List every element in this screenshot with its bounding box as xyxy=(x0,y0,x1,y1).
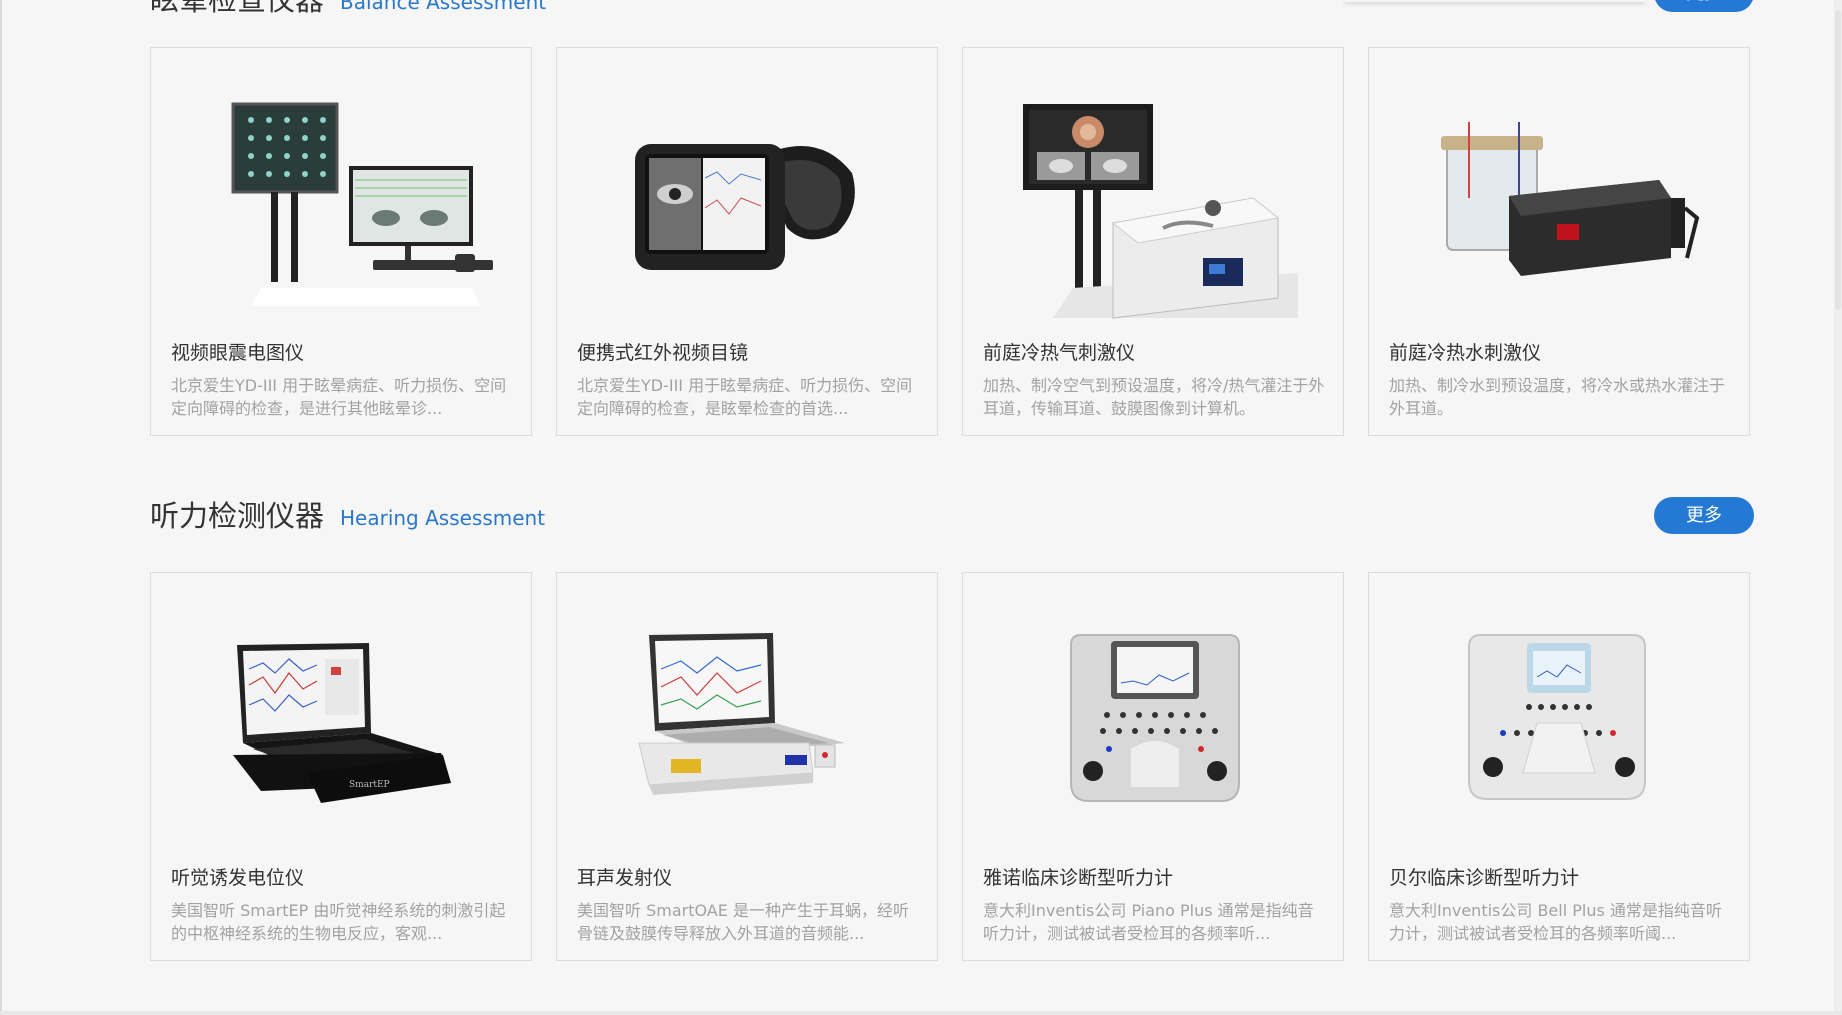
smartoae-laptop-image xyxy=(557,573,937,853)
product-name: 前庭冷热水刺激仪 xyxy=(1389,342,1542,364)
bell-audiometer-image xyxy=(1369,573,1749,853)
product-name: 便携式红外视频目镜 xyxy=(577,342,749,364)
product-name: 前庭冷热气刺激仪 xyxy=(983,342,1136,364)
product-name: 雅诺临床诊断型听力计 xyxy=(983,867,1174,889)
product-card[interactable]: 雅诺临床诊断型听力计 意大利Inventis公司 Piano Plus 通常是指… xyxy=(962,572,1344,961)
product-name: 贝尔临床诊断型听力计 xyxy=(1389,867,1580,889)
vng-system-image xyxy=(151,48,531,328)
section-subtitle: Hearing Assessment xyxy=(340,506,546,530)
page-left-border xyxy=(0,0,2,1015)
scrollbar-thumb[interactable] xyxy=(1835,10,1841,310)
product-card[interactable]: 耳声发射仪 美国智听 SmartOAE 是一种产生于耳蜗，经听骨链及鼓膜传导释放… xyxy=(556,572,938,961)
more-button[interactable]: 更多 xyxy=(1654,0,1754,12)
section-title: 眩晕检查仪器 xyxy=(150,0,325,17)
product-description: 加热、制冷空气到预设温度，将冷/热气灌注于外耳道，传输耳道、鼓膜图像到计算机。 xyxy=(983,376,1325,418)
section-balance-assessment: 眩晕检查仪器 Balance Assessment 更多 xyxy=(150,0,1754,436)
product-card[interactable]: 便携式红外视频目镜 北京爱生YD-III 用于眩晕病症、听力损伤、空间定向障碍的… xyxy=(556,47,938,436)
section-subtitle: Balance Assessment xyxy=(340,0,547,14)
product-card[interactable]: 前庭冷热气刺激仪 加热、制冷空气到预设温度，将冷/热气灌注于外耳道，传输耳道、鼓… xyxy=(962,47,1344,436)
infrared-goggles-image xyxy=(557,48,937,328)
product-description: 意大利Inventis公司 Piano Plus 通常是指纯音听力计，测试被试者… xyxy=(983,901,1314,943)
product-card[interactable]: 视频眼震电图仪 北京爱生YD-III 用于眩晕病症、听力损伤、空间定向障碍的检查… xyxy=(150,47,532,436)
product-description: 意大利Inventis公司 Bell Plus 通常是指纯音听力计，测试被试者受… xyxy=(1389,901,1722,943)
more-button[interactable]: 更多 xyxy=(1654,497,1754,534)
section-header: 听力检测仪器 Hearing Assessment 更多 xyxy=(150,497,1754,537)
product-description: 北京爱生YD-III 用于眩晕病症、听力损伤、空间定向障碍的检查，是进行其他眩晕… xyxy=(171,376,507,418)
piano-audiometer-image xyxy=(963,573,1343,853)
product-card[interactable]: 前庭冷热水刺激仪 加热、制冷水到预设温度，将冷水或热水灌注于外耳道。 xyxy=(1368,47,1750,436)
product-description: 加热、制冷水到预设温度，将冷水或热水灌注于外耳道。 xyxy=(1389,376,1726,418)
product-name: 听觉诱发电位仪 xyxy=(171,867,305,889)
product-description: 美国智听 SmartEP 由听觉神经系统的刺激引起的中枢神经系统的生物电反应，客… xyxy=(171,901,506,943)
section-header: 眩晕检查仪器 Balance Assessment 更多 xyxy=(150,0,1754,21)
product-card[interactable]: SmartEP 听觉诱发电位仪 美国智听 SmartEP 由听觉神经系统的刺激引… xyxy=(150,572,532,961)
product-card[interactable]: 贝尔临床诊断型听力计 意大利Inventis公司 Bell Plus 通常是指纯… xyxy=(1368,572,1750,961)
smartep-laptop-image: SmartEP xyxy=(151,573,531,853)
product-grid: SmartEP 听觉诱发电位仪 美国智听 SmartEP 由听觉神经系统的刺激引… xyxy=(150,572,1754,963)
water-caloric-stimulator-image xyxy=(1369,48,1749,328)
section-title: 听力检测仪器 xyxy=(150,499,325,533)
product-name: 耳声发射仪 xyxy=(577,867,673,889)
product-name: 视频眼震电图仪 xyxy=(171,342,305,364)
product-description: 北京爱生YD-III 用于眩晕病症、听力损伤、空间定向障碍的检查，是眩晕检查的首… xyxy=(577,376,913,418)
section-hearing-assessment: 听力检测仪器 Hearing Assessment 更多 SmartEP 听觉诱… xyxy=(150,497,1754,961)
page-scrollbar[interactable] xyxy=(1834,0,1842,1015)
product-grid: 视频眼震电图仪 北京爱生YD-III 用于眩晕病症、听力损伤、空间定向障碍的检查… xyxy=(150,47,1754,438)
air-caloric-stimulator-image xyxy=(963,48,1343,328)
svg-text:SmartEP: SmartEP xyxy=(349,780,390,790)
page-footer-edge xyxy=(0,1011,1842,1015)
product-description: 美国智听 SmartOAE 是一种产生于耳蜗，经听骨链及鼓膜传导释放入外耳道的音… xyxy=(577,901,909,943)
